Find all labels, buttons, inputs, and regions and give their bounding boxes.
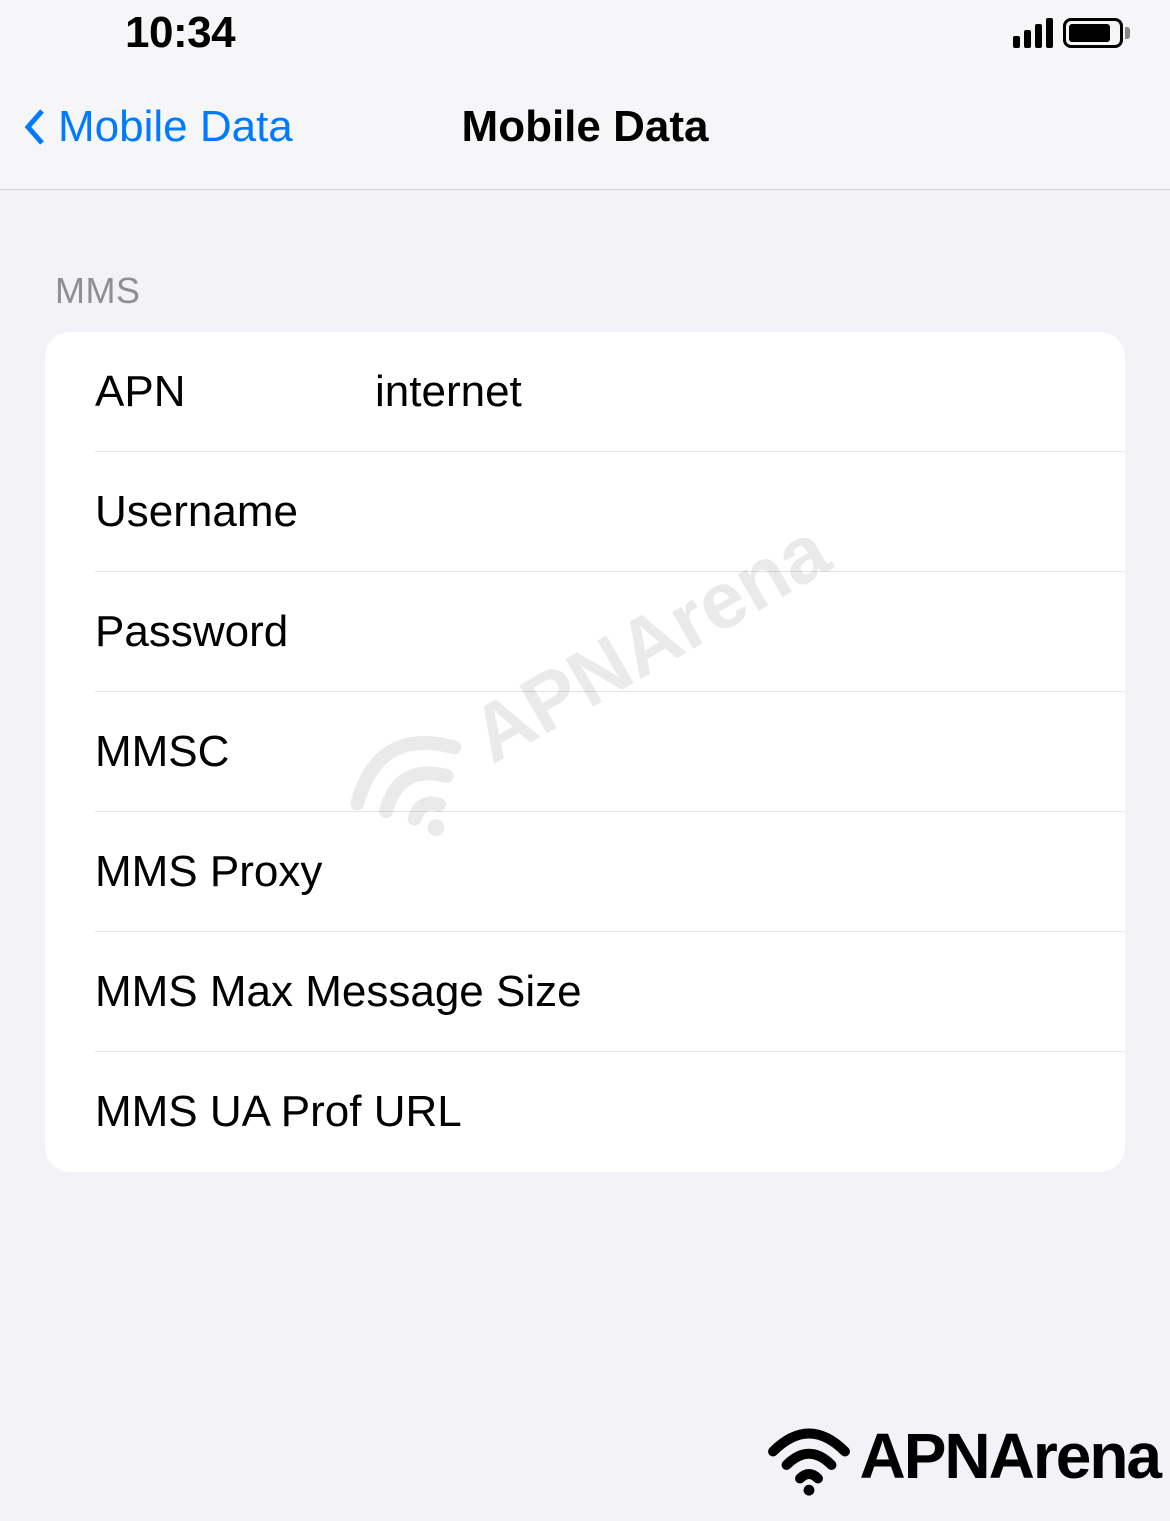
- row-mmsc[interactable]: MMSC: [45, 692, 1125, 812]
- row-mms-proxy[interactable]: MMS Proxy: [45, 812, 1125, 932]
- cellular-signal-icon: [1013, 18, 1053, 48]
- chevron-left-icon: [20, 107, 50, 147]
- mms-ua-prof-url-input[interactable]: [462, 1087, 1125, 1137]
- row-mms-ua-prof-url[interactable]: MMS UA Prof URL: [45, 1052, 1125, 1172]
- mms-max-message-size-input[interactable]: [582, 967, 1125, 1017]
- status-right: [1013, 18, 1130, 48]
- row-apn[interactable]: APN: [45, 332, 1125, 452]
- footer-logo-text: APNArena: [859, 1419, 1160, 1493]
- nav-bar: Mobile Data Mobile Data: [0, 65, 1170, 190]
- row-label: MMS Proxy: [95, 847, 375, 897]
- back-button[interactable]: Mobile Data: [20, 102, 293, 152]
- wifi-icon: [764, 1411, 854, 1501]
- row-mms-max-message-size[interactable]: MMS Max Message Size: [45, 932, 1125, 1052]
- row-label: APN: [95, 367, 375, 417]
- row-password[interactable]: Password: [45, 572, 1125, 692]
- back-label: Mobile Data: [58, 102, 293, 152]
- content: MMS APN Username Password MMSC MMS Proxy…: [0, 190, 1170, 1172]
- mms-proxy-input[interactable]: [375, 847, 1125, 897]
- row-label: MMS UA Prof URL: [95, 1087, 462, 1137]
- mmsc-input[interactable]: [375, 727, 1125, 777]
- battery-icon: [1063, 18, 1130, 48]
- apn-input[interactable]: [375, 367, 1125, 417]
- status-time: 10:34: [125, 8, 235, 58]
- status-bar: 10:34: [0, 0, 1170, 65]
- row-username[interactable]: Username: [45, 452, 1125, 572]
- row-label: MMSC: [95, 727, 375, 777]
- section-header-mms: MMS: [45, 190, 1125, 332]
- settings-group-mms: APN Username Password MMSC MMS Proxy MMS…: [45, 332, 1125, 1172]
- page-title: Mobile Data: [462, 102, 709, 152]
- username-input[interactable]: [375, 487, 1125, 537]
- password-input[interactable]: [375, 607, 1125, 657]
- row-label: Username: [95, 487, 375, 537]
- row-label: Password: [95, 607, 375, 657]
- footer-logo: APNArena: [764, 1411, 1160, 1501]
- row-label: MMS Max Message Size: [95, 967, 582, 1017]
